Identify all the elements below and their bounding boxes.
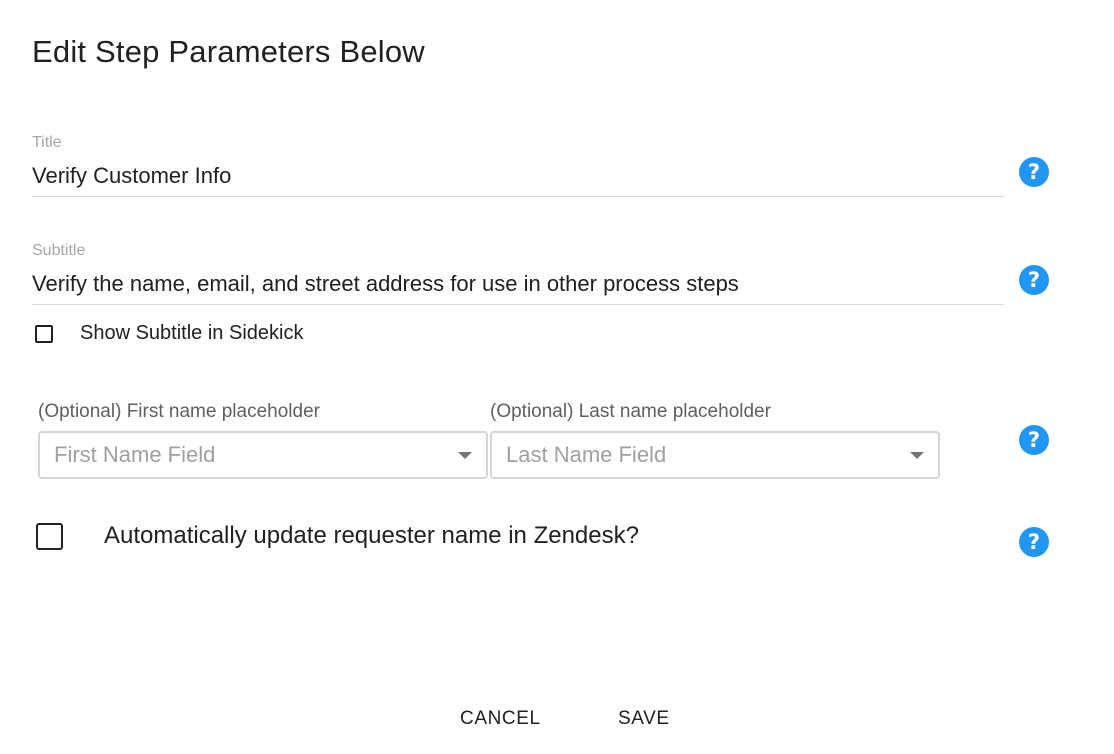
- save-button[interactable]: SAVE: [614, 706, 674, 732]
- first-name-select-label: (Optional) First name placeholder: [38, 401, 320, 422]
- show-subtitle-checkbox-row[interactable]: Show Subtitle in Sidekick: [35, 322, 303, 345]
- title-input[interactable]: Verify Customer Info: [32, 162, 1004, 190]
- last-name-select-placeholder: Last Name Field: [506, 442, 667, 467]
- subtitle-underline: [32, 304, 1004, 305]
- last-name-select[interactable]: Last Name Field: [490, 431, 940, 479]
- subtitle-input[interactable]: Verify the name, email, and street addre…: [32, 270, 1004, 298]
- title-underline: [32, 196, 1004, 197]
- edit-step-dialog: Edit Step Parameters Below Title Verify …: [0, 0, 1114, 754]
- update-requester-help-icon[interactable]: ?: [1019, 527, 1049, 557]
- show-subtitle-checkbox[interactable]: [35, 324, 53, 343]
- chevron-down-icon: [458, 452, 472, 459]
- title-field[interactable]: Title Verify Customer Info: [32, 134, 1004, 197]
- first-name-select-placeholder: First Name Field: [54, 442, 216, 467]
- title-field-label: Title: [32, 134, 62, 151]
- dialog-title: Edit Step Parameters Below: [32, 34, 425, 69]
- update-requester-checkbox[interactable]: [36, 522, 63, 550]
- first-name-select-group: (Optional) First name placeholder First …: [38, 400, 488, 479]
- last-name-select-label: (Optional) Last name placeholder: [490, 401, 771, 422]
- subtitle-field-label: Subtitle: [32, 242, 86, 259]
- update-requester-checkbox-label: Automatically update requester name in Z…: [104, 522, 639, 549]
- title-help-icon[interactable]: ?: [1019, 157, 1049, 187]
- last-name-select-group: (Optional) Last name placeholder Last Na…: [490, 400, 940, 479]
- subtitle-help-icon[interactable]: ?: [1019, 265, 1049, 295]
- show-subtitle-checkbox-label: Show Subtitle in Sidekick: [80, 322, 304, 344]
- name-selects-help-icon[interactable]: ?: [1019, 425, 1049, 455]
- cancel-button[interactable]: CANCEL: [456, 706, 545, 732]
- chevron-down-icon: [910, 452, 924, 459]
- update-requester-checkbox-row[interactable]: Automatically update requester name in Z…: [36, 522, 639, 550]
- first-name-select[interactable]: First Name Field: [38, 431, 488, 479]
- subtitle-field[interactable]: Subtitle Verify the name, email, and str…: [32, 242, 1004, 305]
